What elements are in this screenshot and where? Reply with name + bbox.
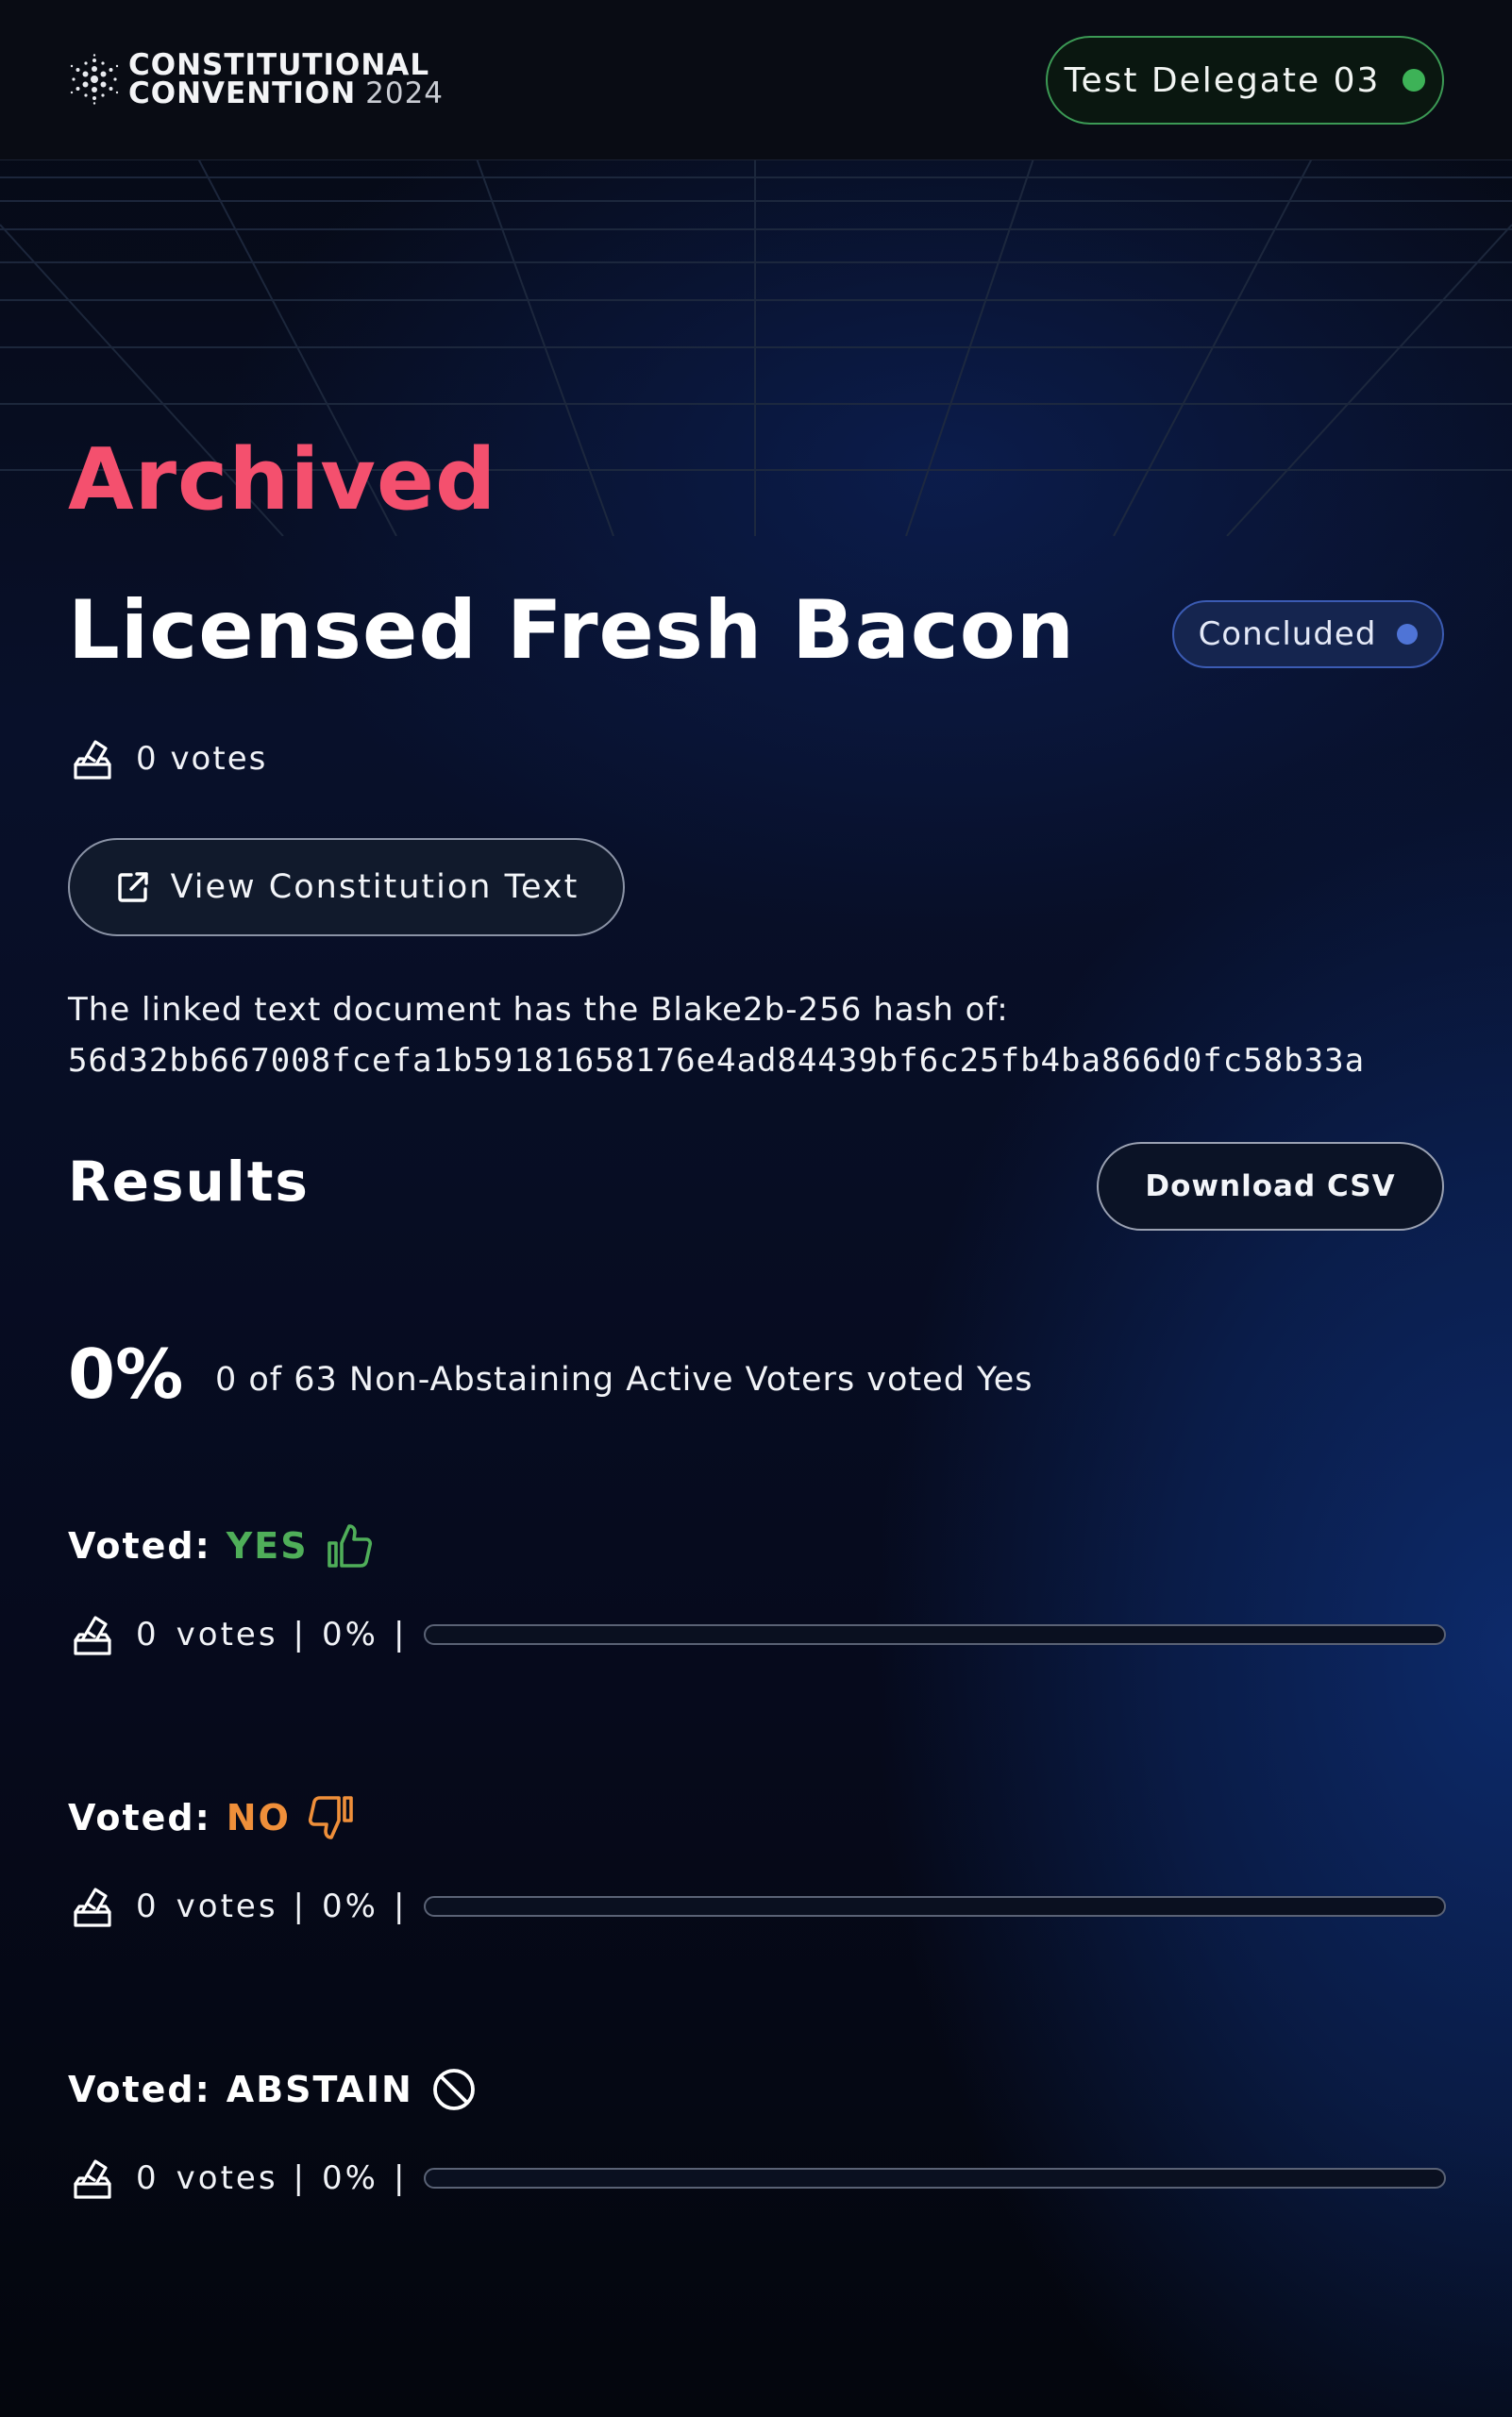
voted-label: Voted: — [68, 2069, 211, 2110]
vote-percent: 0% — [322, 1888, 378, 1925]
separator: | — [293, 2159, 307, 2197]
logo-title-line1: CONSTITUTIONAL — [128, 48, 430, 82]
logo-year: 2024 — [365, 76, 445, 110]
ballot-box-icon — [74, 740, 111, 780]
separator: | — [393, 1616, 408, 1653]
connected-status-dot — [1403, 69, 1426, 92]
yes-percentage: 0% — [68, 1334, 184, 1414]
total-votes-text: 0 votes — [136, 740, 268, 778]
hash-intro-text: The linked text document has the Blake2b… — [68, 991, 1009, 1029]
hash-value-text: 56d32bb667008fcefa1b59181658176e4ad84439… — [68, 1042, 1366, 1080]
poll-status-badge: Concluded — [1172, 600, 1444, 668]
site-logo[interactable]: CONSTITUTIONAL CONVENTION 2024 — [68, 48, 445, 110]
results-summary: 0 of 63 Non-Abstaining Active Voters vot… — [215, 1361, 1033, 1399]
vote-result-yes: Voted: YES 0 votes | 0% | — [68, 1519, 1446, 1661]
vote-progress-bar — [424, 2168, 1446, 2189]
vote-option-abstain: ABSTAIN — [226, 2069, 413, 2110]
ballot-box-icon — [74, 2159, 111, 2199]
vote-count: 0 — [136, 1616, 160, 1653]
thumbs-down-icon — [308, 1796, 353, 1839]
poll-title: Licensed Fresh Bacon — [68, 583, 1076, 678]
separator: | — [293, 1616, 307, 1653]
archived-label: Archived — [68, 430, 497, 529]
poll-status-text: Concluded — [1198, 615, 1377, 653]
votes-word: votes — [176, 1616, 278, 1653]
user-account-button[interactable]: Test Delegate 03 — [1046, 36, 1444, 125]
view-constitution-label: View Constitution Text — [170, 868, 580, 906]
results-heading: Results — [68, 1150, 310, 1214]
external-link-icon — [117, 872, 148, 902]
total-votes: 0 votes — [70, 736, 267, 781]
cardano-logo-icon — [70, 54, 119, 105]
ballot-box-icon — [74, 1888, 111, 1927]
logo-title-line2-text: CONVENTION — [128, 76, 357, 110]
vote-progress-bar — [424, 1624, 1446, 1645]
voted-label: Voted: — [68, 1797, 211, 1838]
separator: | — [293, 1888, 307, 1925]
vote-option-yes: YES — [226, 1525, 309, 1567]
prohibited-icon — [432, 2069, 475, 2110]
top-header: CONSTITUTIONAL CONVENTION 2024 Test Deleg… — [0, 0, 1512, 160]
vote-result-abstain: Voted: ABSTAIN 0 votes | 0% | — [68, 2063, 1446, 2205]
vote-progress-bar — [424, 1896, 1446, 1917]
logo-title-line2: CONVENTION 2024 — [128, 76, 445, 110]
voted-label: Voted: — [68, 1525, 211, 1567]
delegate-name: Test Delegate 03 — [1064, 60, 1381, 100]
vote-count: 0 — [136, 1888, 160, 1925]
separator: | — [393, 2159, 408, 2197]
poll-status-dot — [1397, 624, 1419, 645]
vote-count: 0 — [136, 2159, 160, 2197]
view-constitution-button[interactable]: View Constitution Text — [68, 838, 625, 936]
thumbs-up-icon — [327, 1524, 372, 1568]
vote-result-no: Voted: NO 0 votes | 0% | — [68, 1791, 1446, 1933]
votes-word: votes — [176, 2159, 278, 2197]
votes-word: votes — [176, 1888, 278, 1925]
ballot-box-icon — [74, 1616, 111, 1655]
vote-percent: 0% — [322, 2159, 378, 2197]
vote-option-no: NO — [226, 1797, 291, 1838]
separator: | — [393, 1888, 408, 1925]
download-csv-button[interactable]: Download CSV — [1097, 1142, 1444, 1231]
vote-percent: 0% — [322, 1616, 378, 1653]
